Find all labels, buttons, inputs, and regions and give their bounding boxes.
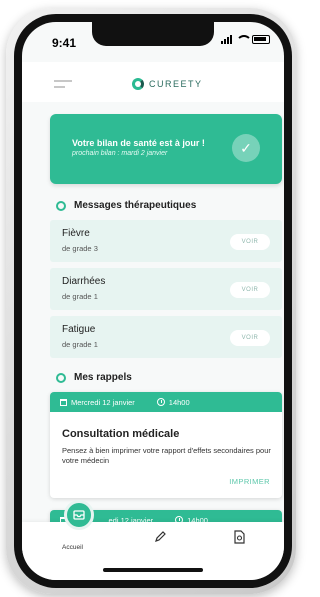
inbox-icon [73,510,85,520]
reminders-section-header: Mes rappels [56,372,132,383]
message-name: Diarrhées [62,276,106,287]
menu-icon[interactable] [54,80,72,92]
pen-icon[interactable] [153,530,167,544]
voir-button[interactable]: VOIR [230,282,270,298]
message-card[interactable]: Fatigue de grade 1 VOIR [50,316,282,358]
clock-icon [156,398,165,406]
wifi-icon [236,35,252,44]
reminder-date: Mercredi 12 janvier [71,397,135,407]
home-tab-label: Accueil [62,544,83,551]
home-indicator [103,568,203,572]
message-grade: de grade 3 [62,244,98,253]
signal-icon [221,35,232,44]
reminder-card[interactable]: Mercredi 12 janvier 14h00 Consultation m… [50,392,282,498]
message-name: Fièvre [62,228,90,239]
messages-section-title: Messages thérapeutiques [74,200,197,211]
health-status-banner[interactable]: Votre bilan de santé est à jour ! procha… [50,114,282,184]
message-name: Fatigue [62,324,96,335]
voir-button[interactable]: VOIR [230,234,270,250]
brand-name: CUREETY [149,79,203,89]
message-grade: de grade 1 [62,292,98,301]
battery-icon [252,35,270,44]
home-tab-button[interactable] [64,500,94,530]
check-icon: ✓ [232,134,260,162]
reminder-title: Consultation médicale [62,428,180,440]
message-card[interactable]: Diarrhées de grade 1 VOIR [50,268,282,310]
reminder-time: 14h00 [168,397,190,407]
status-time: 9:41 [52,36,77,50]
message-card[interactable]: Fièvre de grade 3 VOIR [50,220,282,262]
print-link[interactable]: IMPRIMER [229,477,270,486]
banner-title: Votre bilan de santé est à jour ! [72,138,205,148]
app-header: CUREETY [22,62,284,102]
brand-logo: CUREETY [132,78,203,90]
messages-section-header: Messages thérapeutiques [56,200,196,211]
notch [92,22,214,46]
voir-button[interactable]: VOIR [230,330,270,346]
ring-icon [56,200,66,211]
ring-icon [56,372,66,383]
logo-icon [132,78,144,90]
report-icon[interactable] [232,530,246,544]
status-icons [221,35,270,44]
message-grade: de grade 1 [62,340,98,349]
calendar-icon [60,398,67,406]
reminders-section-title: Mes rappels [74,372,132,383]
reminder-description: Pensez à bien imprimer votre rapport d'e… [62,446,271,465]
reminder-header-bar: Mercredi 12 janvier 14h00 [50,392,282,412]
banner-subtitle: prochain bilan : mardi 2 janvier [72,150,168,157]
app-screen: 9:41 CUREETY Votre bilan de santé est à … [22,22,284,580]
